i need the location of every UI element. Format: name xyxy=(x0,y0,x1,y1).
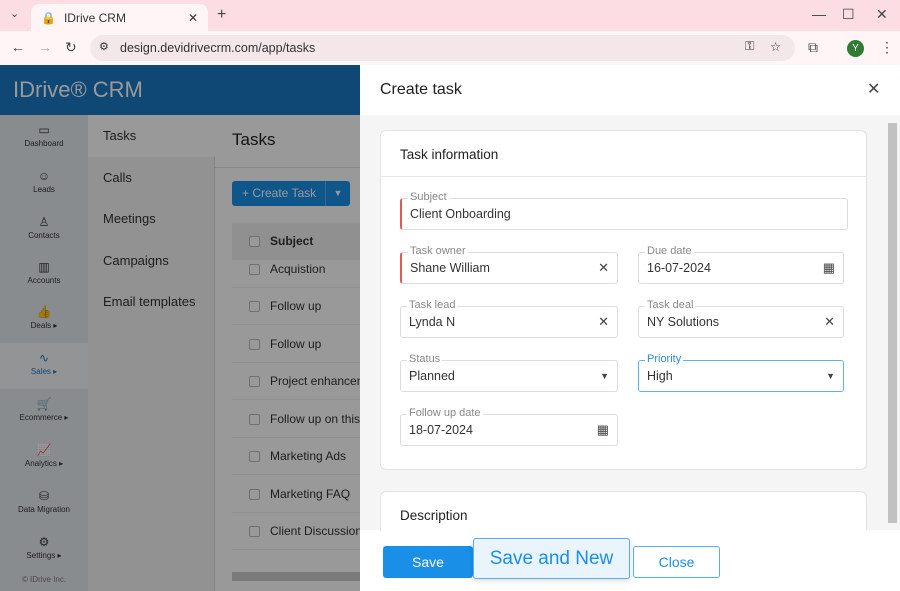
profile-avatar[interactable]: Y xyxy=(847,40,864,57)
tab-title: IDrive CRM xyxy=(63,10,126,25)
lead-label: Task lead xyxy=(407,299,458,311)
followup-value: 18-07-2024 xyxy=(409,423,473,437)
tab-close-icon[interactable]: ✕ xyxy=(188,11,198,25)
caret-down-icon: ▼ xyxy=(826,371,835,381)
browser-tab-bar: ⌄ 🔒 IDrive CRM ✕ + — ☐ ✕ xyxy=(0,0,900,31)
close-icon[interactable]: ✕ xyxy=(867,79,880,99)
close-button[interactable]: Close xyxy=(633,546,720,578)
subject-field[interactable]: Subject Client Onboarding xyxy=(400,191,848,230)
bookmark-star-icon[interactable]: ☆ xyxy=(770,39,781,54)
task-information-card: Task information Subject Client Onboardin… xyxy=(380,130,867,470)
panel-title: Create task xyxy=(380,81,462,98)
window-close-icon[interactable]: ✕ xyxy=(876,6,888,23)
idrive-favicon-icon: 🔒 xyxy=(41,10,56,25)
status-select[interactable]: Status Planned ▼ xyxy=(400,353,618,392)
clear-icon[interactable]: ✕ xyxy=(824,314,835,330)
deal-label: Task deal xyxy=(645,299,696,311)
task-lead-field[interactable]: Task lead Lynda N ✕ xyxy=(400,299,618,338)
url-field[interactable]: ⚙ design.devidrivecrm.com/app/tasks ⚿ ☆ xyxy=(90,35,795,61)
site-settings-icon[interactable]: ⚙ xyxy=(99,40,109,53)
clear-icon[interactable]: ✕ xyxy=(598,314,609,330)
maximize-icon[interactable]: ☐ xyxy=(842,6,855,23)
reload-icon[interactable]: ↻ xyxy=(65,39,77,56)
new-tab-icon[interactable]: + xyxy=(217,6,226,24)
url-text: design.devidrivecrm.com/app/tasks xyxy=(120,41,316,55)
modal-backdrop[interactable] xyxy=(0,65,360,591)
priority-value: High xyxy=(647,369,673,383)
section-title: Task information xyxy=(381,131,866,177)
subject-label: Subject xyxy=(408,191,449,203)
panel-footer: Save Close Save and New xyxy=(360,530,900,591)
clear-icon[interactable]: ✕ xyxy=(598,260,609,276)
deal-value: NY Solutions xyxy=(647,315,720,329)
forward-icon: → xyxy=(38,39,52,55)
browser-tab[interactable]: 🔒 IDrive CRM ✕ xyxy=(31,4,208,31)
extensions-icon[interactable]: ⧉ xyxy=(808,39,818,56)
followup-label: Follow up date xyxy=(407,407,483,419)
subject-value: Client Onboarding xyxy=(410,207,511,221)
save-and-new-button[interactable]: Save and New xyxy=(473,538,630,579)
due-date-field[interactable]: Due date 16-07-2024 ▦ xyxy=(638,245,844,284)
minimize-icon[interactable]: — xyxy=(812,6,826,22)
panel-header: Create task ✕ xyxy=(360,65,900,115)
priority-select[interactable]: Priority High ▼ xyxy=(638,353,844,392)
create-task-panel: Create task ✕ Task information Subject Cl… xyxy=(360,65,900,591)
due-value: 16-07-2024 xyxy=(647,261,711,275)
vertical-scrollbar[interactable] xyxy=(888,123,897,523)
status-label: Status xyxy=(407,353,443,365)
back-icon[interactable]: ← xyxy=(11,39,25,55)
calendar-icon[interactable]: ▦ xyxy=(597,422,609,438)
calendar-icon[interactable]: ▦ xyxy=(823,260,835,276)
save-button[interactable]: Save xyxy=(383,546,473,578)
priority-label: Priority xyxy=(645,353,684,365)
lead-value: Lynda N xyxy=(409,315,456,329)
description-title: Description xyxy=(400,508,468,523)
task-owner-field[interactable]: Task owner Shane William ✕ xyxy=(400,245,618,284)
due-label: Due date xyxy=(645,245,694,257)
caret-down-icon: ▼ xyxy=(600,371,609,381)
owner-value: Shane William xyxy=(410,261,490,275)
follow-up-date-field[interactable]: Follow up date 18-07-2024 ▦ xyxy=(400,407,618,446)
password-key-icon[interactable]: ⚿ xyxy=(745,39,755,54)
owner-label: Task owner xyxy=(408,245,468,257)
task-deal-field[interactable]: Task deal NY Solutions ✕ xyxy=(638,299,844,338)
tab-list-chevron-icon[interactable]: ⌄ xyxy=(10,7,19,20)
browser-menu-icon[interactable]: ⋮ xyxy=(880,39,894,56)
status-value: Planned xyxy=(409,369,455,383)
